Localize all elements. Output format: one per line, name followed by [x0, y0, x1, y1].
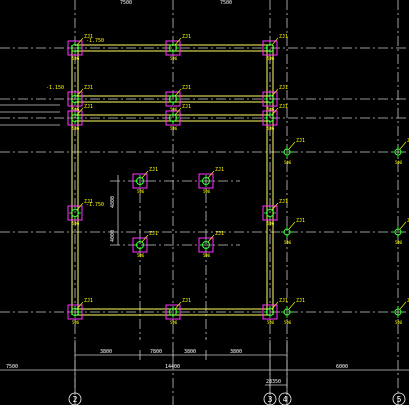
dim-row1-1: 3800 [100, 349, 112, 355]
pile-cap-24[interactable]: ZJ15Ф6 [392, 298, 409, 325]
dim-row2-1: 7500 [6, 364, 18, 370]
pile-cap-2[interactable]: ZJ1 5Ф6 [165, 34, 191, 61]
elevation-2: -1.150 [46, 85, 64, 91]
pile-cap-15[interactable]: ZJ1 5Ф6 [198, 231, 224, 258]
pile-cap-11[interactable]: ZJ1 5Ф6 [198, 167, 224, 194]
pile-subtag: 5Ф6 [284, 320, 292, 325]
pile-subtag: 5Ф6 [137, 189, 145, 194]
pile-tag: ZJ1 [296, 218, 305, 224]
pile-tag: ZJ1 [279, 85, 288, 91]
pile-tag: ZJ1 [279, 34, 288, 40]
left-side-lines [0, 104, 60, 126]
pile-tag: ZJ1 [84, 298, 93, 304]
pile-subtag: 5Ф6 [170, 126, 178, 131]
pile-leader [399, 221, 407, 230]
vertical-dim-2: 4000 [110, 230, 116, 242]
pile-subtag: 5Ф6 [72, 320, 80, 325]
pile-tag: ZJ1 [279, 199, 288, 205]
pile-subtag: 5Ф6 [395, 160, 403, 165]
cad-drawing-canvas[interactable]: ZJ1 5Ф6 ZJ1 5Ф6 ZJ1 5Ф6 ZJ1 5Ф6 ZJ1 5Ф6 ZJ1 5Ф6 ZJ1 5… [0, 0, 409, 405]
axis-label-2: 2 [73, 395, 78, 404]
dim-row2-2: 14400 [165, 364, 180, 370]
pile-subtag: 5Ф6 [395, 240, 403, 245]
dim-row2-3: 6000 [336, 364, 348, 370]
pile-cap-14[interactable]: ZJ1 5Ф6 [132, 231, 158, 258]
pile-leader [288, 301, 296, 310]
pile-tag: ZJ1 [182, 34, 191, 40]
pile-tag: ZJ1 [215, 231, 224, 237]
pile-tag: ZJ1 [296, 138, 305, 144]
pile-subtag: 5Ф6 [203, 189, 211, 194]
pile-subtag: 5Ф6 [72, 221, 80, 226]
pile-cap-20[interactable]: ZJ15Ф6 [392, 138, 409, 165]
pile-subtag: 5Ф6 [170, 320, 178, 325]
pile-caps: ZJ1 5Ф6 ZJ1 5Ф6 ZJ1 5Ф6 ZJ1 5Ф6 ZJ1 5Ф6 ZJ1 5Ф6 ZJ1 5… [67, 34, 409, 325]
pile-subtag: 5Ф6 [203, 253, 211, 258]
pile-leader [399, 301, 407, 310]
pile-tag: ZJ1 [215, 167, 224, 173]
pile-subtag: 5Ф6 [284, 240, 292, 245]
axis-label-5: 5 [397, 395, 402, 404]
dim-row1-2: 7800 [150, 349, 162, 355]
pile-subtag: 5Ф6 [72, 126, 80, 131]
axis-marker-2[interactable]: 2 [68, 392, 82, 405]
pile-tag: ZJ1 [149, 167, 158, 173]
pile-tag: ZJ1 [84, 104, 93, 110]
pile-subtag: 5Ф6 [170, 56, 178, 61]
pile-tag: ZJ1 [182, 298, 191, 304]
pile-subtag: 5Ф6 [267, 221, 275, 226]
grid-lines [0, 0, 409, 405]
pile-subtag: 5Ф6 [284, 160, 292, 165]
pile-cap-19[interactable]: ZJ1 5Ф6 [281, 138, 305, 165]
axis-markers: 2 3 4 5 [68, 392, 406, 405]
pile-tag: ZJ1 [279, 298, 288, 304]
pile-tag: ZJ1 [279, 104, 288, 110]
axis-marker-3[interactable]: 3 [263, 392, 277, 405]
pile-subtag: 5Ф6 [267, 126, 275, 131]
pile-cap-17[interactable]: ZJ1 5Ф6 [165, 298, 191, 325]
dim-row1-4: 3800 [230, 349, 242, 355]
pile-cap-10[interactable]: ZJ1 5Ф6 [132, 167, 158, 194]
pile-subtag: 5Ф6 [137, 253, 145, 258]
pile-leader [399, 141, 407, 150]
pile-tag: ZJ1 [84, 85, 93, 91]
top-dim-2: 7500 [220, 0, 232, 6]
pile-leader [288, 141, 296, 150]
dim-row1-3: 3800 [184, 349, 196, 355]
pile-subtag: 5Ф6 [267, 320, 275, 325]
axis-label-4: 4 [283, 395, 288, 404]
pile-subtag: 5Ф6 [267, 56, 275, 61]
pile-cap-21[interactable]: ZJ1 5Ф6 [281, 218, 305, 245]
pile-cap-22[interactable]: ZJ15Ф6 [392, 218, 409, 245]
axis-marker-5[interactable]: 5 [392, 392, 406, 405]
foundation-walls [71, 44, 274, 316]
pile-tag: ZJ1 [182, 85, 191, 91]
pile-tag: ZJ1 [296, 298, 305, 304]
pile-leader [288, 221, 296, 230]
top-dim-1: 7500 [120, 0, 132, 6]
pile-tag: ZJ1 [149, 231, 158, 237]
pile-subtag: 5Ф6 [395, 320, 403, 325]
axis-marker-4[interactable]: 4 [278, 392, 292, 405]
pile-tag: ZJ1 [182, 104, 191, 110]
pile-cap-3[interactable]: ZJ1 5Ф6 [262, 34, 288, 61]
elevation-3: -1.750 [86, 202, 104, 208]
pile-subtag: 5Ф6 [72, 56, 80, 61]
dim-axis-total: 28350 [266, 379, 281, 385]
axis-label-3: 3 [268, 395, 273, 404]
vertical-dim-1: 4800 [110, 196, 116, 208]
elevation-1: -1.750 [86, 38, 104, 44]
